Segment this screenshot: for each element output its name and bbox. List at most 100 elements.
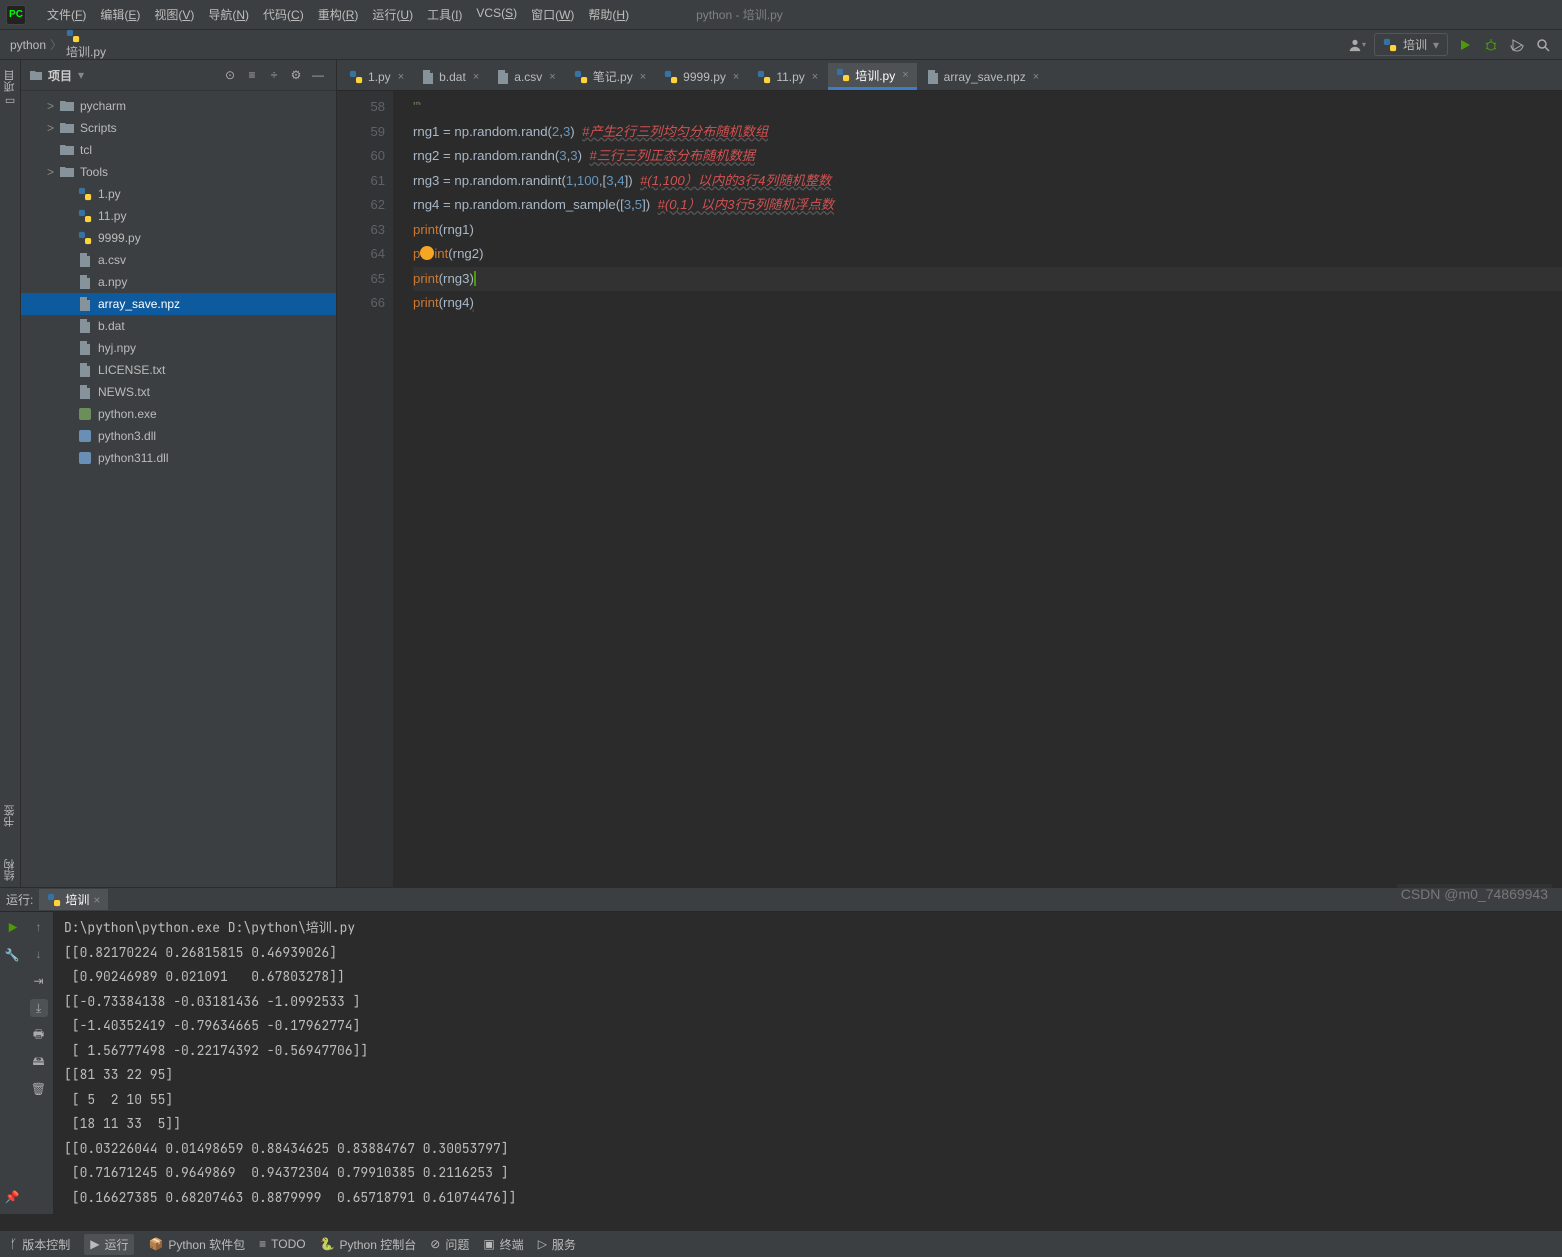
- clear-icon[interactable]: 🖴: [30, 1053, 48, 1071]
- menu-item[interactable]: 文件(F): [40, 4, 93, 25]
- editor-tab[interactable]: b.dat×: [414, 63, 487, 90]
- console-output[interactable]: D:\python\python.exe D:\python\培训.py [[0…: [54, 912, 1562, 1214]
- tree-item[interactable]: >pycharm: [21, 95, 336, 117]
- chevron-down-icon[interactable]: ▾: [78, 68, 84, 82]
- scroll-icon[interactable]: ⤓: [30, 999, 48, 1017]
- breadcrumb-root[interactable]: python: [10, 38, 46, 52]
- tree-item[interactable]: >Tools: [21, 161, 336, 183]
- tree-item[interactable]: python3.dll: [21, 425, 336, 447]
- status-terminal[interactable]: ▣终端: [483, 1236, 523, 1253]
- close-icon[interactable]: ×: [93, 893, 100, 907]
- menu-item[interactable]: 帮助(H): [581, 4, 636, 25]
- tree-item[interactable]: 11.py: [21, 205, 336, 227]
- wrap-icon[interactable]: ⇥: [30, 972, 48, 990]
- left-tab-bookmarks[interactable]: 书签: [0, 799, 20, 833]
- chevron-down-icon: ▾: [1433, 38, 1439, 52]
- file-icon: [77, 319, 93, 333]
- editor-area: 1.py×b.dat×a.csv×笔记.py×9999.py×11.py×培训.…: [337, 60, 1562, 887]
- status-todo[interactable]: ≡TODO: [259, 1237, 305, 1251]
- tree-item[interactable]: 9999.py: [21, 227, 336, 249]
- user-icon[interactable]: ▾: [1348, 36, 1366, 54]
- close-icon[interactable]: ×: [812, 71, 818, 83]
- run-panel: 运行: 培训 × 🔧 📌 ↑ ↓ ⇥ ⤓ 🖶 🖴 🗑 D:\python\pyt…: [0, 887, 1562, 1230]
- menu-item[interactable]: 编辑(E): [93, 4, 147, 25]
- editor-tab[interactable]: 笔记.py×: [566, 63, 654, 90]
- run-tab[interactable]: 培训 ×: [39, 889, 108, 910]
- tree-item[interactable]: hyj.npy: [21, 337, 336, 359]
- down-icon[interactable]: ↓: [30, 945, 48, 963]
- editor-tab[interactable]: 1.py×: [341, 63, 412, 90]
- menu-item[interactable]: 视图(V): [147, 4, 201, 25]
- close-icon[interactable]: ×: [473, 71, 479, 83]
- tree-item[interactable]: LICENSE.txt: [21, 359, 336, 381]
- code-area[interactable]: 585960616263646566 ⌃'''rng1 = np.random.…: [337, 91, 1562, 887]
- python-icon: 🐍: [320, 1237, 335, 1251]
- tree-item[interactable]: >Scripts: [21, 117, 336, 139]
- project-tree[interactable]: >pycharm>Scriptstcl>Tools1.py11.py9999.p…: [21, 91, 336, 887]
- hide-icon[interactable]: —: [308, 65, 328, 85]
- coverage-icon[interactable]: [1508, 36, 1526, 54]
- file-icon: [77, 297, 93, 311]
- gear-icon[interactable]: ⚙: [286, 65, 306, 85]
- code-text[interactable]: ⌃'''rng1 = np.random.rand(2,3) #产生2行三列均匀…: [393, 91, 1562, 887]
- exe-icon: [77, 407, 93, 421]
- editor-tab[interactable]: 培训.py×: [828, 63, 916, 90]
- print-icon[interactable]: 🖶: [30, 1026, 48, 1044]
- status-problems[interactable]: ⊘问题: [430, 1236, 469, 1253]
- trash-icon[interactable]: 🗑: [30, 1080, 48, 1098]
- left-gutter: ▭ 项目 书签 结构: [0, 60, 21, 887]
- locate-icon[interactable]: ⊙: [220, 65, 240, 85]
- tree-item[interactable]: a.csv: [21, 249, 336, 271]
- status-pypackages[interactable]: 📦Python 软件包: [148, 1236, 245, 1253]
- expand-icon[interactable]: ≡: [242, 65, 262, 85]
- menu-item[interactable]: 导航(N): [201, 4, 256, 25]
- status-run[interactable]: ▶运行: [84, 1234, 134, 1255]
- tree-item[interactable]: b.dat: [21, 315, 336, 337]
- terminal-icon: ▣: [483, 1237, 494, 1251]
- menu-item[interactable]: 运行(U): [365, 4, 420, 25]
- tree-item[interactable]: 1.py: [21, 183, 336, 205]
- left-tab-project[interactable]: ▭ 项目: [0, 64, 20, 114]
- editor-tab[interactable]: 11.py×: [749, 63, 826, 90]
- up-icon[interactable]: ↑: [30, 918, 48, 936]
- status-vcs[interactable]: ᚶ版本控制: [10, 1236, 70, 1253]
- tree-item[interactable]: array_save.npz: [21, 293, 336, 315]
- pin-icon[interactable]: 📌: [3, 1188, 21, 1206]
- close-icon[interactable]: ×: [640, 71, 646, 83]
- tree-item[interactable]: python311.dll: [21, 447, 336, 469]
- search-icon[interactable]: [1534, 36, 1552, 54]
- editor-tab[interactable]: a.csv×: [489, 63, 563, 90]
- breadcrumb-file[interactable]: 培训.py: [66, 29, 106, 60]
- close-icon[interactable]: ×: [902, 69, 908, 81]
- editor-tab[interactable]: array_save.npz×: [919, 63, 1047, 90]
- menu-item[interactable]: 代码(C): [256, 4, 311, 25]
- menu-item[interactable]: VCS(S): [469, 4, 524, 25]
- run-icon[interactable]: [1456, 36, 1474, 54]
- branch-icon: ᚶ: [10, 1237, 17, 1251]
- status-services[interactable]: ▷服务: [538, 1236, 576, 1253]
- dll-icon: [77, 429, 93, 443]
- left-tab-structure[interactable]: 结构: [0, 853, 20, 887]
- run-config-select[interactable]: 培训 ▾: [1374, 33, 1448, 56]
- close-icon[interactable]: ×: [549, 71, 555, 83]
- run-icon[interactable]: [3, 918, 21, 936]
- python-icon: [1383, 38, 1397, 52]
- menu-item[interactable]: 工具(I): [420, 4, 469, 25]
- tree-item[interactable]: NEWS.txt: [21, 381, 336, 403]
- close-icon[interactable]: ×: [733, 71, 739, 83]
- tree-item[interactable]: python.exe: [21, 403, 336, 425]
- collapse-icon[interactable]: ÷: [264, 65, 284, 85]
- menu-item[interactable]: 窗口(W): [524, 4, 581, 25]
- menu-item[interactable]: 重构(R): [311, 4, 366, 25]
- line-gutter[interactable]: 585960616263646566: [337, 91, 393, 887]
- close-icon[interactable]: ×: [1033, 71, 1039, 83]
- editor-tab[interactable]: 9999.py×: [656, 63, 747, 90]
- status-pyconsole[interactable]: 🐍Python 控制台: [320, 1236, 417, 1253]
- tree-item[interactable]: tcl: [21, 139, 336, 161]
- close-icon[interactable]: ×: [398, 71, 404, 83]
- debug-icon[interactable]: [1482, 36, 1500, 54]
- tree-item[interactable]: a.npy: [21, 271, 336, 293]
- run-panel-header: 运行: 培训 ×: [0, 888, 1562, 912]
- wrench-icon[interactable]: 🔧: [3, 946, 21, 964]
- breadcrumb-sep: 〉: [50, 36, 62, 53]
